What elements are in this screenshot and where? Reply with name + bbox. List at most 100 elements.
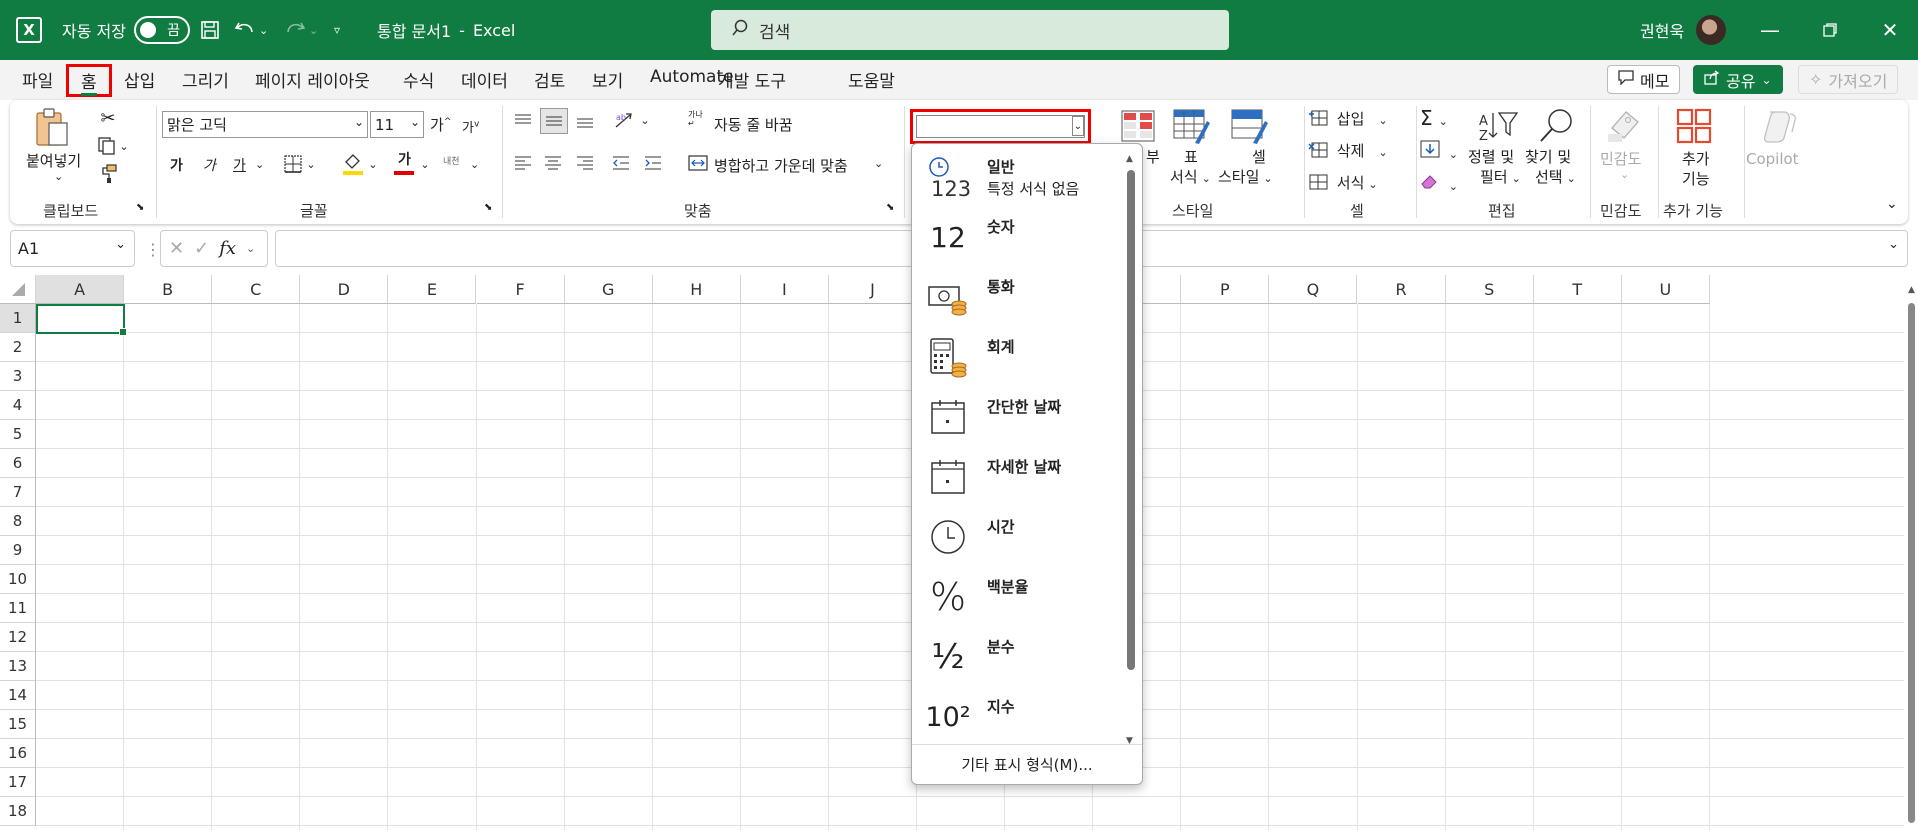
search-box[interactable]: 검색 — [711, 10, 1229, 50]
dropdown-scroll-up-icon[interactable]: ▲ — [1126, 154, 1133, 164]
format-option-number[interactable]: 12 숫자 — [912, 206, 1122, 266]
format-option-currency[interactable]: 통화 — [912, 266, 1122, 326]
select-all-corner[interactable] — [0, 275, 36, 304]
minimize-icon[interactable]: — — [1740, 0, 1800, 60]
font-color-icon[interactable]: 가 ⌄ — [392, 150, 432, 178]
dropdown-scrollbar[interactable]: ▲ ▼ — [1123, 154, 1137, 746]
format-option-fraction[interactable]: ½ 분수 — [912, 626, 1122, 686]
more-number-formats-button[interactable]: 기타 표시 형식(M)... — [912, 744, 1142, 784]
format-option-time[interactable]: 시간 — [912, 506, 1122, 566]
tab-data[interactable]: 데이터 — [461, 67, 508, 92]
copilot-icon[interactable] — [1760, 106, 1800, 146]
row-header-9[interactable]: 9 — [0, 536, 36, 565]
column-header-C[interactable]: C — [212, 275, 301, 304]
name-box-chevron-icon[interactable]: ⌄ — [115, 237, 126, 252]
number-format-input[interactable] — [916, 115, 1085, 138]
row-header-4[interactable]: 4 — [0, 391, 36, 420]
column-header-T[interactable]: T — [1533, 275, 1622, 304]
tab-page-layout[interactable]: 페이지 레이아웃 — [255, 67, 370, 92]
column-header-E[interactable]: E — [388, 275, 477, 304]
column-header-A[interactable]: A — [36, 275, 125, 304]
align-bottom-icon[interactable] — [574, 110, 596, 132]
phonetic-chevron-icon[interactable]: ⌄ — [470, 158, 479, 171]
format-cells-button[interactable]: 서식 ⌄ — [1308, 172, 1378, 195]
format-table-line1[interactable]: 표 — [1184, 146, 1198, 167]
delete-cells-button[interactable]: 삭제 ⌄ — [1308, 140, 1388, 163]
addins-line2[interactable]: 기능 — [1682, 168, 1710, 189]
format-option-short-date[interactable]: 간단한 날짜 — [912, 386, 1122, 446]
fill-icon[interactable]: ⌄ — [1420, 140, 1458, 162]
share-chevron-icon[interactable]: ⌄ — [1761, 73, 1771, 87]
format-option-scientific[interactable]: 10² 지수 — [912, 686, 1122, 746]
sensitivity-chevron-icon[interactable]: ⌄ — [1620, 168, 1629, 181]
formula-bar-grip-icon[interactable]: ⋮ — [145, 240, 161, 259]
tab-help[interactable]: 도움말 — [848, 67, 895, 92]
align-center-icon[interactable] — [542, 152, 564, 174]
row-header-5[interactable]: 5 — [0, 420, 36, 449]
cut-icon[interactable]: ✂ — [96, 106, 120, 130]
column-header-H[interactable]: H — [652, 275, 741, 304]
column-header-R[interactable]: R — [1357, 275, 1446, 304]
row-header-12[interactable]: 12 — [0, 623, 36, 652]
cell-styles-line1[interactable]: 셀 — [1252, 146, 1266, 167]
tab-developer[interactable]: 개발 도구 — [718, 67, 786, 92]
paste-icon[interactable] — [32, 106, 72, 150]
copilot-label[interactable]: Copilot — [1746, 150, 1799, 168]
sort-filter-button[interactable]: 필터 ⌄ — [1480, 166, 1521, 187]
vertical-scrollbar[interactable]: ▲ — [1904, 275, 1918, 830]
row-header-7[interactable]: 7 — [0, 478, 36, 507]
wrap-text-icon[interactable]: 가나 ↵ — [688, 110, 703, 128]
scrollbar-thumb[interactable] — [1908, 303, 1915, 823]
borders-icon[interactable]: ⌄ — [282, 152, 318, 176]
merge-center-button[interactable]: 병합하고 가운데 맞춤 — [714, 155, 848, 176]
fill-color-icon[interactable]: ⌄ — [340, 150, 380, 178]
find-select-line1[interactable]: 찾기 및 — [1525, 146, 1571, 167]
clipboard-launcher-icon[interactable]: ⬊ — [136, 202, 144, 213]
row-header-16[interactable]: 16 — [0, 739, 36, 768]
tab-review[interactable]: 검토 — [534, 67, 565, 92]
column-header-B[interactable]: B — [124, 275, 213, 304]
row-header-1[interactable]: 1 — [0, 304, 36, 333]
confirm-entry-icon[interactable]: ✓ — [194, 238, 209, 259]
tab-insert[interactable]: 삽입 — [124, 67, 155, 92]
format-as-table-icon[interactable] — [1172, 108, 1212, 146]
row-header-18[interactable]: 18 — [0, 797, 36, 826]
alignment-launcher-icon[interactable]: ⬊ — [886, 202, 894, 213]
font-size-dropdown[interactable]: 11 ⌄ — [370, 111, 424, 138]
row-header-11[interactable]: 11 — [0, 594, 36, 623]
cell-styles-icon[interactable] — [1230, 108, 1270, 146]
decrease-indent-icon[interactable] — [610, 152, 632, 174]
format-table-button[interactable]: 서식 ⌄ — [1170, 166, 1211, 187]
underline-chevron-icon[interactable]: ⌄ — [255, 158, 264, 171]
find-select-button[interactable]: 선택 ⌄ — [1535, 166, 1576, 187]
number-format-combobox[interactable]: ⌄ — [910, 109, 1091, 144]
column-header-I[interactable]: I — [740, 275, 829, 304]
user-name[interactable]: 권현욱 — [1640, 0, 1684, 60]
conditional-format-label-partial[interactable]: 부 — [1146, 146, 1160, 167]
column-header-P[interactable]: P — [1181, 275, 1270, 304]
name-box[interactable]: A1 ⌄ — [10, 230, 135, 267]
wrap-text-button[interactable]: 자동 줄 바꿈 — [714, 114, 793, 135]
row-header-2[interactable]: 2 — [0, 333, 36, 362]
share-button[interactable]: 공유 ⌄ — [1693, 65, 1783, 94]
column-header-S[interactable]: S — [1445, 275, 1534, 304]
column-header-U[interactable]: U — [1621, 275, 1710, 304]
scroll-up-icon[interactable]: ▲ — [1908, 285, 1915, 295]
format-option-long-date[interactable]: 자세한 날짜 — [912, 446, 1122, 506]
close-icon[interactable]: ✕ — [1860, 0, 1918, 60]
align-left-icon[interactable] — [512, 152, 534, 174]
column-header-D[interactable]: D — [300, 275, 389, 304]
column-header-Q[interactable]: Q — [1269, 275, 1358, 304]
sort-filter-icon[interactable]: AZ — [1476, 106, 1520, 146]
sensitivity-icon[interactable] — [1604, 106, 1644, 146]
column-header-J[interactable]: J — [828, 275, 917, 304]
number-format-chevron-icon[interactable]: ⌄ — [1072, 116, 1084, 136]
restore-icon[interactable] — [1800, 0, 1860, 60]
insert-cells-button[interactable]: 삽입 ⌄ — [1308, 108, 1388, 131]
increase-indent-icon[interactable] — [642, 152, 664, 174]
row-header-3[interactable]: 3 — [0, 362, 36, 391]
row-header-10[interactable]: 10 — [0, 565, 36, 594]
tab-home[interactable]: 홈 — [66, 64, 112, 97]
clear-icon[interactable]: ⌄ — [1420, 172, 1458, 194]
fx-chevron-icon[interactable]: ⌄ — [246, 242, 255, 255]
